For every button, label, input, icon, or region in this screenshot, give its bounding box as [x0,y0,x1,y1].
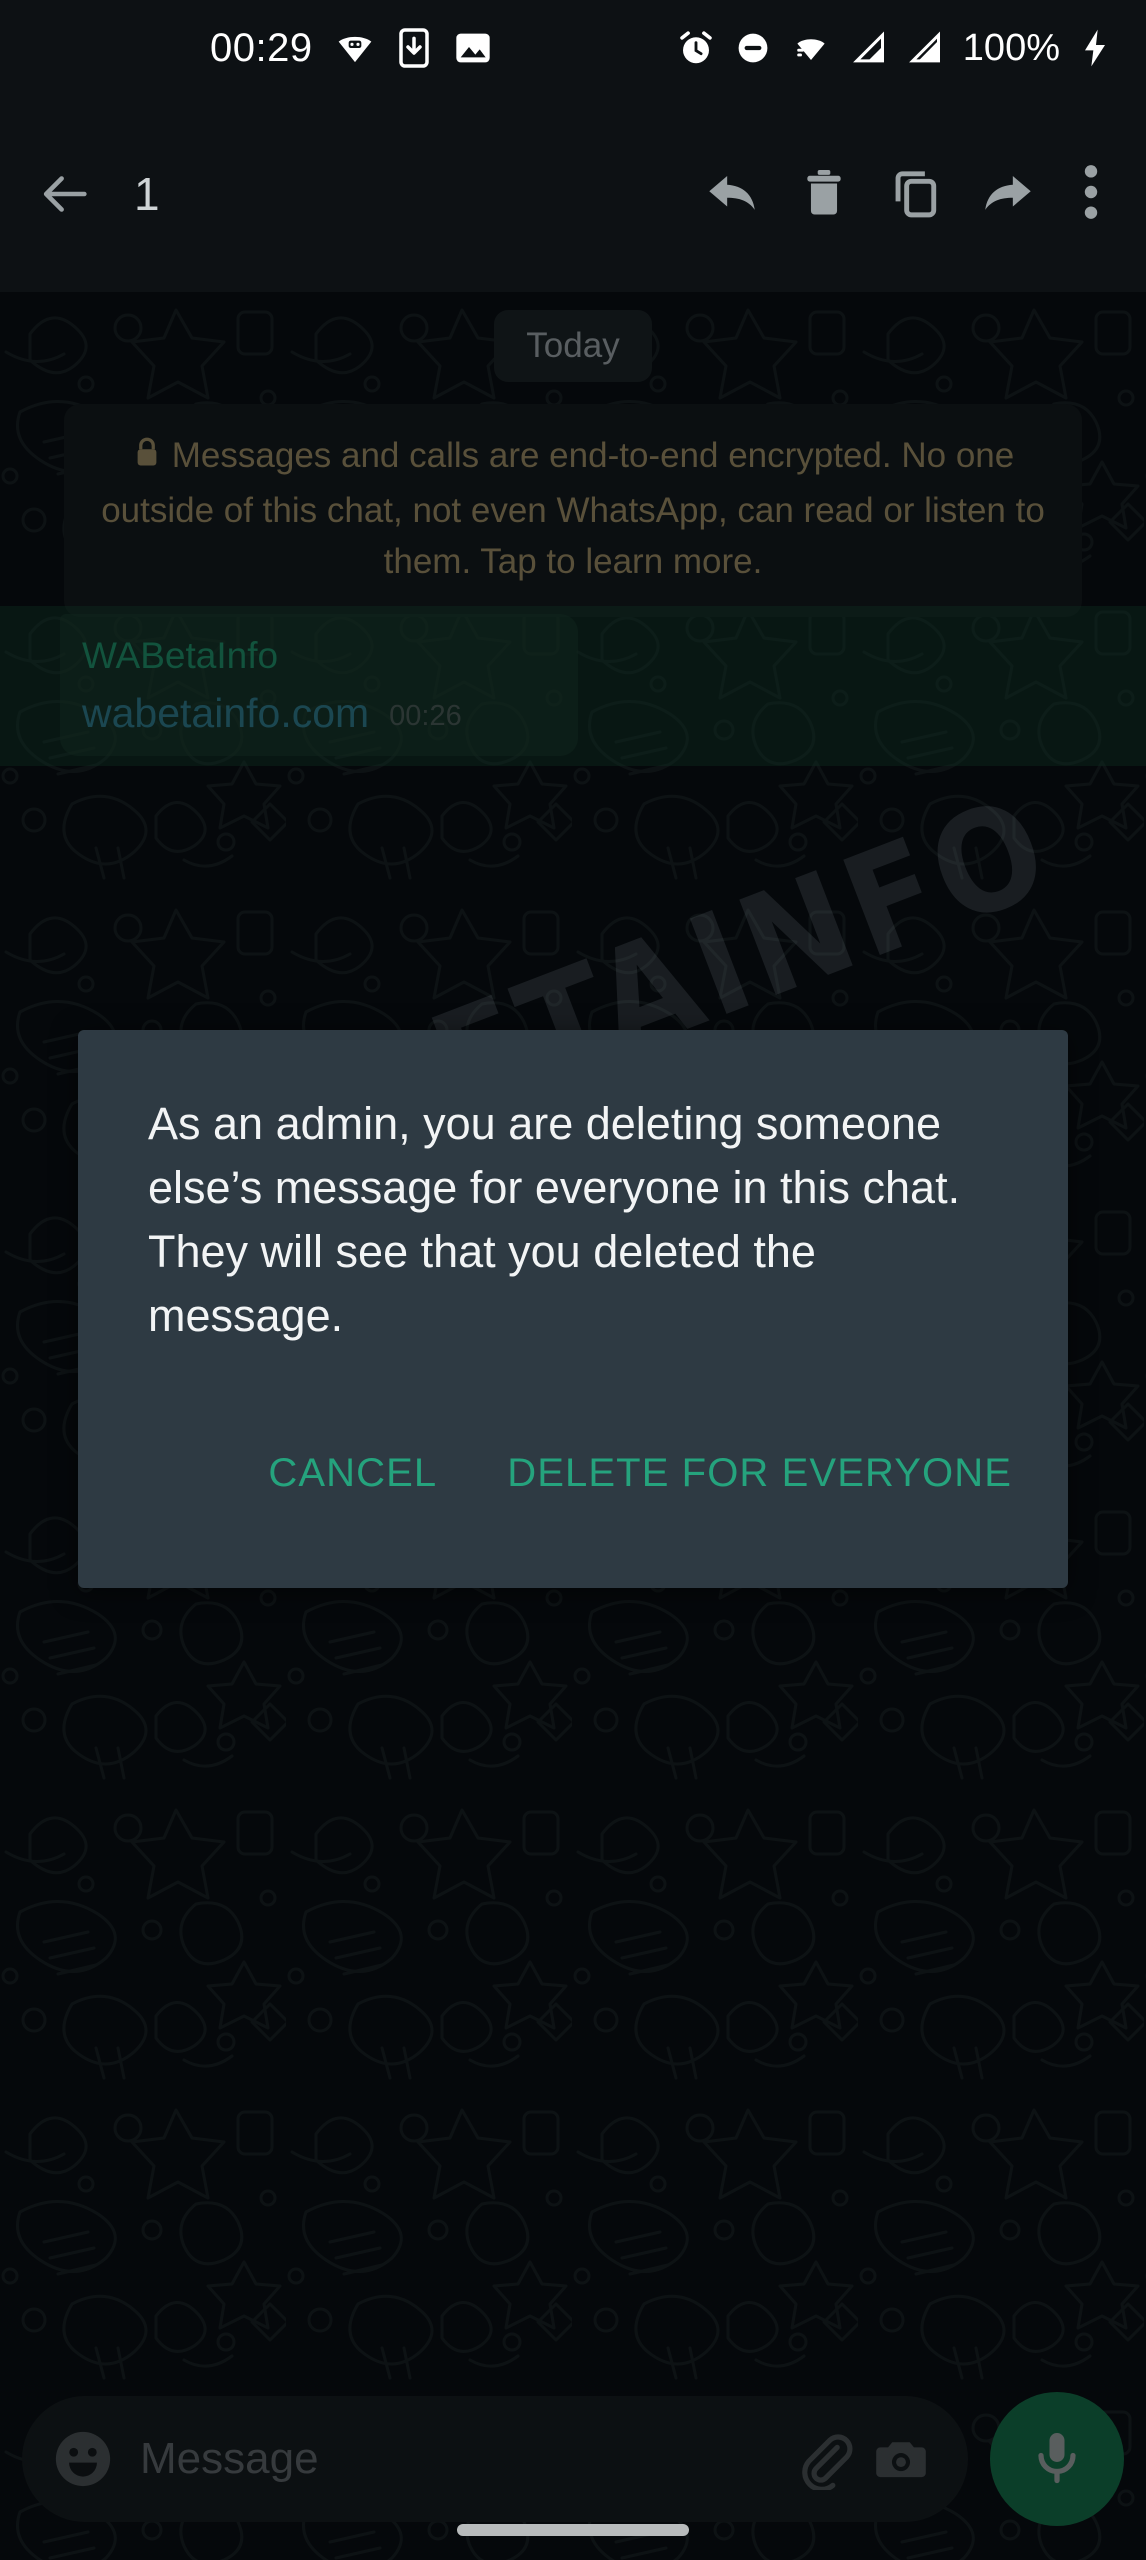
wifi-icon [791,29,831,67]
delete-for-everyone-button[interactable]: DELETE FOR EVERYONE [489,1437,1030,1510]
signal-bars-2-icon [907,30,943,66]
status-bar-right: 100% [677,27,1110,70]
delete-button[interactable] [778,148,870,240]
back-button[interactable] [26,155,104,233]
dialog-action-row: CANCEL DELETE FOR EVERYONE [78,1437,1068,1510]
whatsapp-chat-screen: Today Messages and calls are end-to-end … [0,0,1146,2560]
phone-download-icon [397,28,431,68]
battery-percent-label: 100% [962,26,1060,69]
delete-confirmation-dialog: As an admin, you are deleting someone el… [78,1030,1068,1588]
overflow-menu-icon [1083,161,1099,228]
signal-bars-icon [851,30,887,66]
gesture-navigation-bar[interactable] [457,2524,689,2536]
selected-count-label: 1 [134,168,160,220]
delete-trash-icon [797,165,851,224]
reply-icon [703,163,761,226]
reply-button[interactable] [686,148,778,240]
copy-button[interactable] [870,148,962,240]
copy-icon [888,164,944,225]
forward-button[interactable] [962,148,1054,240]
dialog-body-text: As an admin, you are deleting someone el… [148,1098,961,1341]
selection-action-bar: 1 [0,96,1146,292]
alarm-icon [677,29,715,67]
image-icon [453,28,493,68]
charging-bolt-icon [1080,28,1110,68]
forward-icon [979,163,1037,226]
toolbar-actions [686,148,1128,240]
status-bar-clock: 00:29 [210,25,313,70]
cancel-button[interactable]: CANCEL [250,1437,455,1510]
do-not-disturb-icon [735,30,771,66]
overflow-menu-button[interactable] [1054,148,1128,240]
android-beam-icon [335,28,375,68]
system-status-bar: 00:29 100% [0,0,1146,96]
status-bar-left: 00:29 [210,26,493,71]
